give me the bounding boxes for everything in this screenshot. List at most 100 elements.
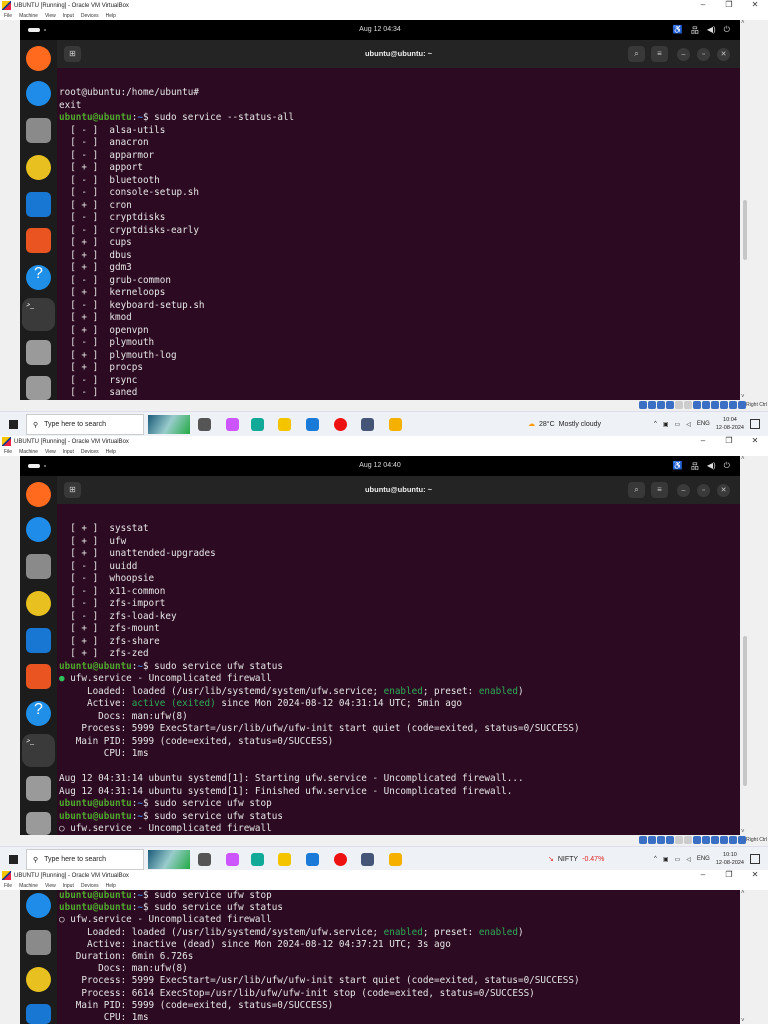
vm-screen[interactable]: Aug 12 04:40 ♿ 品 ◀) ⏻? >_ ⊞ ubuntu@ubuntu: ~ ⌕ ≡… — [20, 456, 740, 835]
terminal-window[interactable]: ubuntu@ubuntu:~$ sudo service ufw stop ub… — [57, 890, 740, 1024]
accessibility-icon[interactable]: ♿ — [673, 25, 683, 36]
scroll-up-icon[interactable]: ˄ — [741, 890, 745, 896]
app-center-icon[interactable] — [26, 228, 51, 253]
minimize-button[interactable]: – — [690, 870, 716, 879]
maximize-terminal-button[interactable]: ▫ — [697, 484, 710, 497]
vm-device-icon[interactable] — [729, 836, 737, 844]
taskbar-search[interactable]: ⚲ Type here to search — [26, 414, 144, 435]
virtualbox-app-icon[interactable] — [361, 418, 374, 431]
drive-icon[interactable] — [26, 812, 51, 835]
system-tray[interactable]: ♿ 品 ◀) ⏻ — [673, 25, 730, 36]
volume-icon[interactable]: ◀) — [707, 461, 716, 472]
scroll-thumb[interactable] — [743, 636, 747, 786]
help-icon[interactable]: ? — [26, 701, 51, 726]
explorer-icon[interactable] — [278, 418, 291, 431]
show-hidden-icons[interactable]: ^ — [654, 421, 657, 427]
menu-machine[interactable]: Machine — [19, 13, 38, 19]
menu-file[interactable]: File — [4, 13, 12, 19]
vm-device-icon[interactable] — [684, 401, 692, 409]
firefox-icon[interactable] — [26, 482, 51, 507]
writer-icon[interactable] — [26, 192, 51, 217]
copilot-icon[interactable] — [226, 418, 239, 431]
accessibility-icon[interactable]: ♿ — [673, 461, 683, 472]
volume-icon[interactable]: ◀) — [707, 25, 716, 36]
thunderbird-icon[interactable] — [26, 893, 51, 918]
vm-screen[interactable]: ubuntu@ubuntu:~$ sudo service ufw stop ub… — [20, 890, 740, 1024]
vm-device-icon[interactable] — [639, 836, 647, 844]
vm-device-icon[interactable] — [675, 401, 683, 409]
vm-device-icon[interactable] — [666, 401, 674, 409]
language-indicator[interactable]: ENG — [697, 856, 710, 862]
vm-device-icon[interactable] — [738, 836, 746, 844]
search-button[interactable]: ⌕ — [628, 46, 645, 62]
vm-device-icon[interactable] — [738, 401, 746, 409]
virtualbox-app-icon[interactable] — [361, 853, 374, 866]
drive-icon[interactable] — [26, 376, 51, 400]
minimize-terminal-button[interactable]: – — [677, 48, 690, 61]
terminal-icon[interactable]: >_ — [26, 738, 51, 763]
drive-icon[interactable] — [26, 340, 51, 365]
news-widget[interactable]: ↘ NIFTY -0.47% — [548, 855, 604, 864]
virtualbox-running-icon[interactable] — [389, 853, 402, 866]
files-icon[interactable] — [26, 554, 51, 579]
news-widget[interactable]: ☁ 28°C Mostly cloudy — [528, 420, 601, 429]
maximize-button[interactable]: ❐ — [716, 0, 742, 9]
vm-device-icon[interactable] — [693, 836, 701, 844]
mail-icon[interactable] — [306, 853, 319, 866]
maximize-terminal-button[interactable]: ▫ — [697, 48, 710, 61]
firefox-icon[interactable] — [26, 46, 51, 71]
app-center-icon[interactable] — [26, 664, 51, 689]
drive-icon[interactable] — [26, 776, 51, 801]
menu-input[interactable]: Input — [63, 13, 74, 19]
notification-icon[interactable] — [750, 854, 760, 864]
rhythmbox-icon[interactable] — [26, 967, 51, 992]
vm-screen[interactable]: Aug 12 04:34 ♿ 品 ◀) ⏻? >_ ⊞ ubuntu@ubuntu: ~ ⌕ ≡… — [20, 20, 740, 400]
close-button[interactable]: ✕ — [742, 870, 768, 879]
menu-help[interactable]: Help — [106, 883, 116, 889]
thunderbird-icon[interactable] — [26, 517, 51, 542]
search-highlight-image[interactable] — [148, 850, 190, 869]
menu-help[interactable]: Help — [106, 449, 116, 455]
edge-icon[interactable] — [251, 853, 264, 866]
vm-device-icon[interactable] — [648, 836, 656, 844]
vm-device-icon[interactable] — [702, 401, 710, 409]
search-button[interactable]: ⌕ — [628, 482, 645, 498]
vm-device-icon[interactable] — [729, 401, 737, 409]
vm-device-icon[interactable] — [711, 401, 719, 409]
windows-start-icon[interactable] — [9, 855, 18, 864]
vm-device-icon[interactable] — [720, 836, 728, 844]
vm-device-icon[interactable] — [657, 836, 665, 844]
copilot-icon[interactable] — [226, 853, 239, 866]
volume-icon[interactable]: ◁ — [686, 856, 691, 863]
close-button[interactable]: ✕ — [742, 0, 768, 9]
menu-file[interactable]: File — [4, 883, 12, 889]
power-icon[interactable]: ⏻ — [724, 25, 730, 36]
writer-icon[interactable] — [26, 628, 51, 653]
close-terminal-button[interactable]: ✕ — [717, 484, 730, 497]
vm-device-icon[interactable] — [666, 836, 674, 844]
scroll-down-icon[interactable]: ˅ — [741, 1018, 745, 1024]
power-icon[interactable]: ⏻ — [724, 461, 730, 472]
menu-view[interactable]: View — [45, 13, 56, 19]
meet-now-icon[interactable]: ▣ — [663, 856, 669, 863]
menu-input[interactable]: Input — [63, 883, 74, 889]
vm-device-icon[interactable] — [684, 836, 692, 844]
opera-icon[interactable] — [334, 418, 347, 431]
minimize-button[interactable]: – — [690, 436, 716, 445]
mail-icon[interactable] — [306, 418, 319, 431]
language-indicator[interactable]: ENG — [697, 421, 710, 427]
menu-machine[interactable]: Machine — [19, 883, 38, 889]
top-bar-clock[interactable]: Aug 12 04:40 — [20, 462, 740, 469]
thunderbird-icon[interactable] — [26, 81, 51, 106]
network-icon[interactable]: ▭ — [675, 856, 681, 863]
rhythmbox-icon[interactable] — [26, 155, 51, 180]
maximize-button[interactable]: ❐ — [716, 436, 742, 445]
menu-file[interactable]: File — [4, 449, 12, 455]
menu-button[interactable]: ≡ — [651, 482, 668, 498]
vm-device-icon[interactable] — [648, 401, 656, 409]
minimize-terminal-button[interactable]: – — [677, 484, 690, 497]
menu-devices[interactable]: Devices — [81, 449, 99, 455]
virtualbox-running-icon[interactable] — [389, 418, 402, 431]
minimize-button[interactable]: – — [690, 0, 716, 9]
writer-icon[interactable] — [26, 1004, 51, 1024]
